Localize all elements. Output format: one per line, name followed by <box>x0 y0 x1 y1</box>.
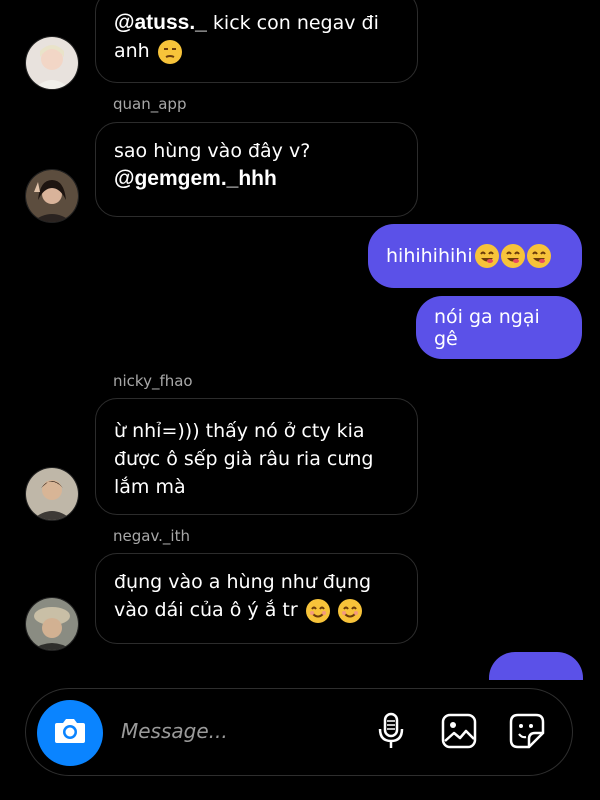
avatar[interactable] <box>25 169 79 223</box>
sender-name[interactable]: quan_app <box>113 95 186 113</box>
message-input[interactable]: Message... <box>121 719 228 743</box>
message-bubble[interactable]: ừ nhỉ=))) thấy nó ở cty kia được ô sếp g… <box>95 398 418 515</box>
message-text: nói ga ngại gê <box>434 305 540 350</box>
yum-face-icon <box>474 244 499 268</box>
message-text: đụng vào a hùng như đụng vào dái của ô ý… <box>114 571 372 621</box>
message-text: ừ nhỉ=))) thấy nó ở cty kia được ô sếp g… <box>114 420 374 498</box>
sender-name[interactable]: nicky_fhao <box>113 372 193 390</box>
message-bubble[interactable]: sao hùng vào đây v? @gemgem._hhh <box>95 122 418 217</box>
avatar[interactable] <box>25 467 79 521</box>
microphone-button[interactable] <box>371 712 411 754</box>
message-composer: Message... <box>25 688 573 776</box>
sticker-button[interactable] <box>507 713 547 753</box>
avatar[interactable] <box>25 36 79 90</box>
message-bubble[interactable]: @atuss._ kick con negav đi anh <box>95 0 418 83</box>
message-bubble[interactable]: đụng vào a hùng như đụng vào dái của ô ý… <box>95 553 418 644</box>
gallery-icon <box>441 713 477 753</box>
message-thread[interactable]: @atuss._ kick con negav đi anh quan_app … <box>0 0 600 680</box>
message-bubble-outgoing[interactable] <box>489 652 583 680</box>
message-text: sao hùng vào đây v? <box>114 140 311 162</box>
unamused-face-icon <box>157 39 182 64</box>
message-bubble-outgoing[interactable]: nói ga ngại gê <box>416 296 582 359</box>
microphone-icon <box>376 712 406 754</box>
camera-icon <box>53 716 87 750</box>
smiling-face-icon <box>305 598 330 623</box>
mention-link[interactable]: @gemgem._hhh <box>114 165 399 193</box>
message-text: hihihihihi <box>386 245 473 267</box>
yum-face-icon <box>500 244 525 268</box>
camera-button[interactable] <box>37 700 103 766</box>
sticker-icon <box>509 713 545 753</box>
yum-face-icon <box>526 244 551 268</box>
smiling-face-icon <box>337 598 362 623</box>
sender-name[interactable]: negav._ith <box>113 527 190 545</box>
gallery-button[interactable] <box>439 713 479 753</box>
message-bubble-outgoing[interactable]: hihihihihi <box>368 224 582 288</box>
mention-link[interactable]: @atuss._ <box>114 11 207 34</box>
avatar[interactable] <box>25 597 79 651</box>
